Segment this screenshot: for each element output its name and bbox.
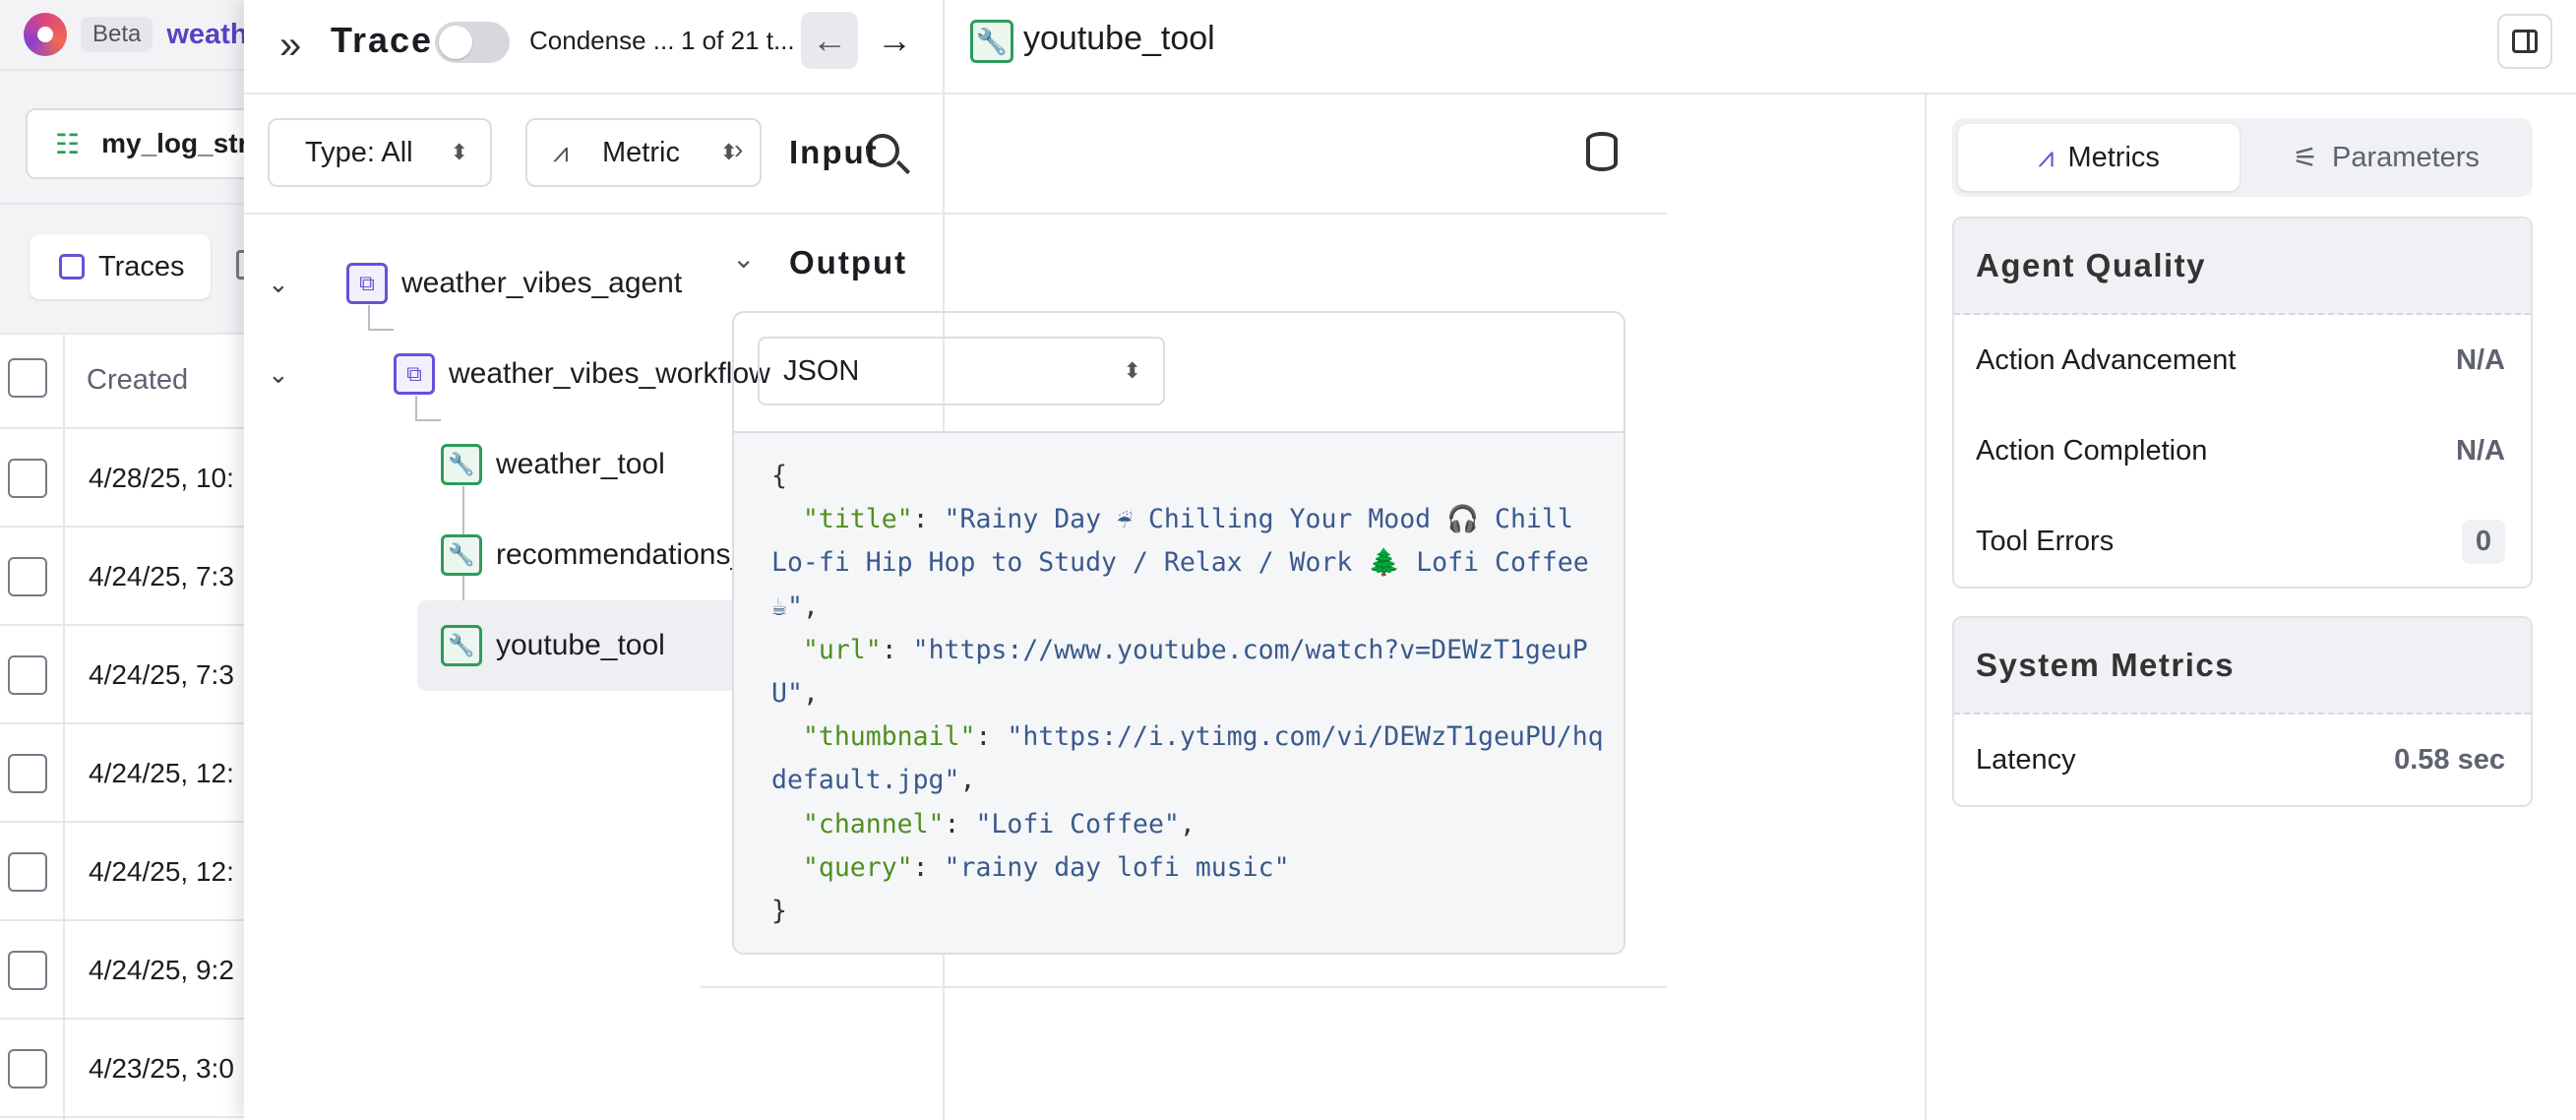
- expand-icon[interactable]: »: [279, 24, 301, 68]
- metric-row-latency: Latency 0.58 sec: [1954, 715, 2531, 805]
- system-metrics-card: System Metrics Latency 0.58 sec: [1952, 616, 2533, 807]
- row-checkbox[interactable]: [8, 655, 47, 695]
- tool-icon: 🔧: [441, 625, 482, 666]
- trace-counter: 1 of 21 t...: [681, 26, 795, 55]
- log-stream-name: my_log_str: [101, 128, 249, 158]
- tab-traces[interactable]: Traces: [30, 234, 211, 299]
- list-icon: ☷: [55, 128, 81, 159]
- sidebar-icon: [2512, 30, 2538, 53]
- input-section-title: Input: [789, 134, 879, 170]
- type-filter-label: Type: All: [305, 136, 413, 168]
- format-select-value: JSON: [783, 354, 860, 387]
- tree-node-weather-tool[interactable]: 🔧 weather_tool: [441, 419, 665, 510]
- drawer-header: » Trace Condense ... 1 of 21 t... ← → 🔧 …: [244, 0, 2576, 94]
- compass-icon: ⩘: [2038, 141, 2055, 173]
- compass-icon: ⩘: [553, 136, 569, 167]
- row-checkbox[interactable]: [8, 754, 47, 793]
- type-filter-select[interactable]: Type: All ⬍: [268, 118, 492, 187]
- beta-badge: Beta: [81, 17, 153, 52]
- condense-label: Condense ...: [529, 26, 675, 55]
- row-checkbox[interactable]: [8, 951, 47, 990]
- tab-traces-label: Traces: [98, 250, 185, 282]
- metric-value-badge: 0: [2461, 519, 2505, 564]
- format-select[interactable]: JSON ⬍: [758, 337, 1165, 405]
- tab-metrics[interactable]: ⩘ Metrics: [1958, 124, 2239, 191]
- tree-node-weather-vibes-workflow[interactable]: ⌄ ⧉ weather_vibes_workflow: [268, 329, 770, 419]
- json-channel-value: Lofi Coffee: [991, 808, 1164, 840]
- metric-label: Tool Errors: [1976, 525, 2115, 557]
- tree-node-label: weather_tool: [496, 448, 665, 480]
- tool-icon: 🔧: [441, 534, 482, 576]
- metric-value: 0.58 sec: [2394, 743, 2505, 776]
- input-section[interactable]: › Input: [701, 94, 1667, 215]
- sidebar-toggle-button[interactable]: [2497, 14, 2552, 69]
- agent-quality-title: Agent Quality: [1954, 218, 2531, 315]
- chevron-down-icon[interactable]: ⌄: [732, 242, 755, 275]
- metric-filter-label: Metric: [602, 136, 680, 168]
- metric-value: N/A: [2456, 434, 2505, 467]
- tree-node-label: weather_vibes_agent: [401, 267, 683, 299]
- row-created-date: 4/24/25, 12:: [89, 856, 234, 887]
- project-name[interactable]: weath: [166, 19, 247, 51]
- tab-parameters[interactable]: ⚟ Parameters: [2245, 124, 2527, 191]
- row-checkbox[interactable]: [8, 1049, 47, 1089]
- traces-icon: [59, 254, 85, 280]
- select-all-checkbox[interactable]: [8, 358, 47, 398]
- metric-row-tool-errors: Tool Errors 0: [1954, 496, 2531, 587]
- agent-quality-card: Agent Quality Action Advancement N/A Act…: [1952, 217, 2533, 589]
- arrow-right-icon: →: [877, 20, 912, 60]
- metrics-tabs: ⩘ Metrics ⚟ Parameters: [1952, 118, 2533, 197]
- row-created-date: 4/24/25, 12:: [89, 758, 234, 788]
- metric-value: N/A: [2456, 343, 2505, 376]
- metric-label: Action Completion: [1976, 434, 2208, 467]
- tree-node-youtube-tool[interactable]: 🔧 youtube_tool: [441, 600, 665, 691]
- tree-node-label: weather_vibes_workflow: [449, 357, 770, 390]
- chevron-right-icon[interactable]: ›: [734, 134, 743, 165]
- arrow-left-icon: ←: [812, 20, 847, 60]
- sliders-icon: ⚟: [2293, 142, 2319, 174]
- created-column-header[interactable]: Created: [87, 364, 188, 397]
- tab-metrics-label: Metrics: [2067, 141, 2160, 173]
- tool-icon: 🔧: [970, 20, 1013, 63]
- system-metrics-title: System Metrics: [1954, 618, 2531, 715]
- previous-trace-button[interactable]: ←: [801, 12, 858, 69]
- row-checkbox[interactable]: [8, 852, 47, 892]
- row-checkbox[interactable]: [8, 557, 47, 596]
- row-created-date: 4/23/25, 3:0: [89, 1053, 234, 1084]
- metric-label: Latency: [1976, 743, 2076, 776]
- tree-node-label: youtube_tool: [496, 629, 665, 661]
- next-trace-button[interactable]: →: [866, 12, 923, 69]
- condense-toggle[interactable]: [435, 22, 510, 63]
- tool-icon: 🔧: [441, 444, 482, 485]
- logo-icon[interactable]: [24, 13, 67, 56]
- output-viewer: JSON ⬍ { "title": "Rainy Day ☔ Chilling …: [732, 311, 1625, 955]
- chevron-updown-icon: ⬍: [450, 140, 468, 164]
- json-output[interactable]: { "title": "Rainy Day ☔ Chilling Your Mo…: [734, 433, 1624, 953]
- row-checkbox[interactable]: [8, 459, 47, 498]
- row-created-date: 4/24/25, 7:3: [89, 659, 234, 690]
- tab-parameters-label: Parameters: [2332, 141, 2480, 173]
- metric-row-action-completion: Action Completion N/A: [1954, 405, 2531, 496]
- metric-label: Action Advancement: [1976, 343, 2237, 376]
- trace-title: Trace: [331, 20, 434, 60]
- workflow-icon: ⧉: [394, 353, 435, 395]
- output-section-title[interactable]: Output: [789, 244, 907, 281]
- tree-node-weather-vibes-agent[interactable]: ⌄ ⧉ weather_vibes_agent: [268, 238, 683, 329]
- agent-icon: ⧉: [346, 263, 388, 304]
- chevron-down-icon[interactable]: ⌄: [268, 359, 289, 390]
- row-created-date: 4/28/25, 10:: [89, 463, 234, 493]
- span-title: youtube_tool: [1023, 20, 1215, 57]
- chevron-updown-icon: ⬍: [1123, 358, 1141, 383]
- metric-row-action-advancement: Action Advancement N/A: [1954, 315, 2531, 405]
- row-created-date: 4/24/25, 7:3: [89, 561, 234, 591]
- chevron-down-icon[interactable]: ⌄: [268, 269, 289, 299]
- row-created-date: 4/24/25, 9:2: [89, 955, 234, 985]
- json-query-value: rainy day lofi music: [959, 851, 1274, 883]
- database-icon[interactable]: [1586, 132, 1618, 171]
